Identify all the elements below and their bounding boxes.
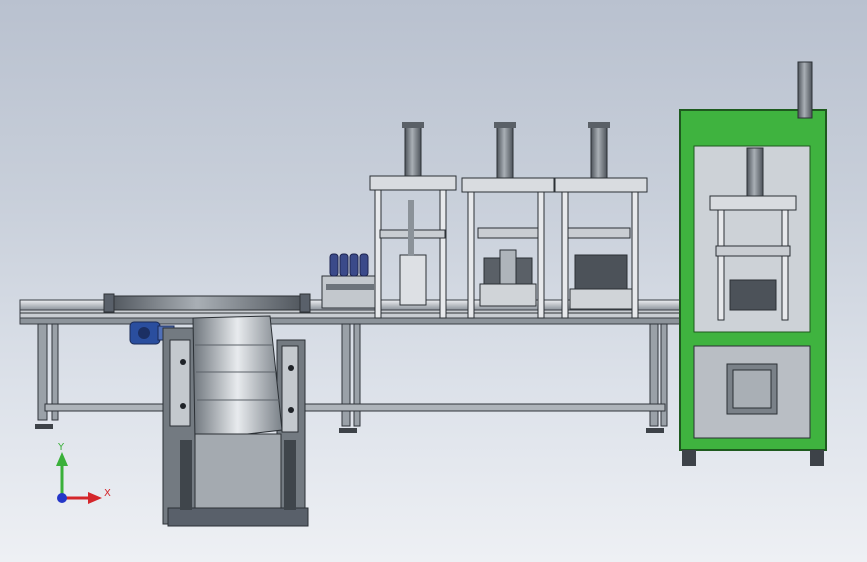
triad-y-label: Y [58, 442, 65, 453]
cad-viewport[interactable]: Y X [0, 0, 867, 562]
x-axis-arrowhead [88, 492, 102, 504]
coordinate-triad [56, 452, 102, 504]
y-axis-arrowhead [56, 452, 68, 466]
triad-x-label: X [104, 488, 111, 499]
z-axis-dot [57, 493, 67, 503]
